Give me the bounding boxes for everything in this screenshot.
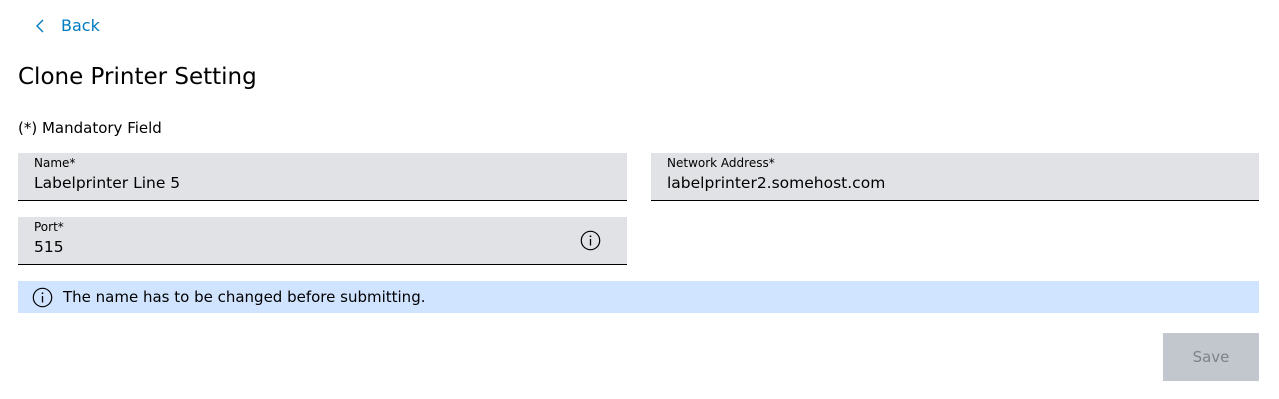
- page: Back Clone Printer Setting (*) Mandatory…: [0, 0, 1279, 399]
- network-address-field[interactable]: Network Address* labelprinter2.somehost.…: [651, 153, 1259, 201]
- info-icon: [32, 287, 53, 307]
- notice-text: The name has to be changed before submit…: [63, 288, 426, 306]
- name-field[interactable]: Name* Labelprinter Line 5: [18, 153, 627, 201]
- network-address-field-label: Network Address*: [667, 156, 775, 170]
- port-field-label: Port*: [34, 220, 64, 234]
- name-input[interactable]: Labelprinter Line 5: [34, 173, 180, 193]
- back-label: Back: [61, 16, 100, 35]
- chevron-left-icon: [36, 19, 44, 33]
- info-notice: The name has to be changed before submit…: [18, 281, 1259, 313]
- info-icon[interactable]: [580, 230, 601, 251]
- back-link[interactable]: Back: [34, 14, 100, 38]
- name-field-label: Name*: [34, 156, 76, 170]
- mandatory-field-note: (*) Mandatory Field: [18, 119, 162, 137]
- network-address-input[interactable]: labelprinter2.somehost.com: [667, 173, 885, 193]
- page-title: Clone Printer Setting: [18, 64, 257, 90]
- port-input[interactable]: 515: [34, 237, 64, 257]
- port-field[interactable]: Port* 515: [18, 217, 627, 265]
- save-button[interactable]: Save: [1163, 333, 1259, 381]
